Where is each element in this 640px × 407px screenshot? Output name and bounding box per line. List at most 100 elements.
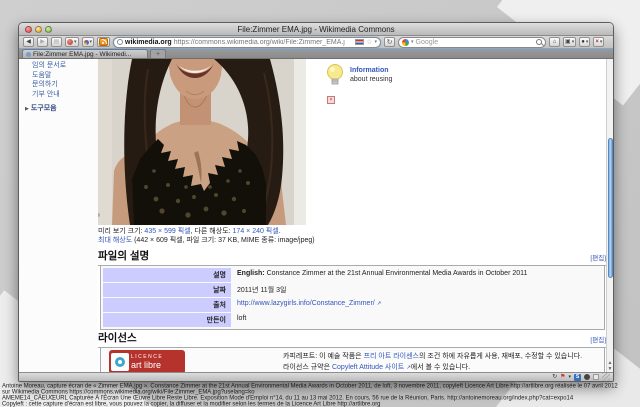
search-engine-dropdown-icon[interactable]: ▾ bbox=[411, 39, 414, 45]
close-icon: × bbox=[595, 39, 599, 45]
browser-toolbar: ◀ ▶ ▤ ▾ ▾ wikimedia.org https://commons.… bbox=[19, 36, 613, 49]
row-label-description: 설명 bbox=[103, 268, 231, 282]
red-badge-icon bbox=[67, 39, 73, 45]
extension-red-button[interactable]: ▾ bbox=[65, 37, 79, 47]
title-bar: File:Zimmer EMA.jpg - Wikimedia Commons bbox=[19, 23, 613, 36]
flag-status-icon[interactable]: ⚑ bbox=[560, 374, 565, 380]
record-icon: ● bbox=[581, 39, 585, 45]
bookmark-pin-button[interactable]: ▾ bbox=[82, 37, 95, 47]
sidebar: 임의 문서로 도움말 문의하기 기부 안내 ▶도구모음 bbox=[19, 59, 98, 374]
table-row: 만든이 loft bbox=[103, 313, 602, 327]
broken-image-icon: × bbox=[327, 96, 335, 104]
caption-line-4: Copyleft : cette capture d'écran est lib… bbox=[2, 401, 634, 407]
sidebar-item-contact[interactable]: 문의하기 bbox=[32, 81, 98, 89]
history-button[interactable]: ▤ bbox=[51, 37, 62, 47]
sync-icon[interactable]: ↻ bbox=[552, 374, 557, 380]
table-row: 날짜 2011년 11월 3일 bbox=[103, 283, 602, 297]
source-link[interactable]: http://www.lazygirls.info/Constance_Zimm… bbox=[237, 300, 375, 307]
tab-favicon bbox=[26, 52, 31, 57]
adblock-button[interactable]: ×▾ bbox=[593, 37, 604, 47]
status-dot-icon[interactable] bbox=[584, 374, 590, 380]
status-bar: ↻ ⚑ ▾ S bbox=[19, 372, 613, 381]
chevron-down-icon: ▾ bbox=[74, 40, 77, 45]
copyleft-attitude-link[interactable]: Copyleft Attitude 사이트 bbox=[332, 364, 404, 371]
file-information-table: 설명 English: Constance Zimmer at the 21st… bbox=[100, 265, 605, 330]
resize-grip[interactable] bbox=[602, 373, 610, 381]
rss-button[interactable] bbox=[97, 37, 110, 47]
url-host: wikimedia.org bbox=[125, 39, 172, 46]
page-content: 임의 문서로 도움말 문의하기 기부 안내 ▶도구모음 bbox=[19, 59, 613, 374]
pin-icon bbox=[84, 40, 89, 45]
sidebar-item-random[interactable]: 임의 문서로 bbox=[32, 62, 98, 70]
tab-title: File:Zimmer EMA.jpg - Wikimedi... bbox=[33, 51, 131, 58]
rss-icon bbox=[99, 38, 108, 46]
preview-size-link[interactable]: 435 × 599 픽셀 bbox=[144, 228, 190, 235]
new-tab-button[interactable]: + bbox=[150, 49, 166, 58]
description-heading: 파일의 설명 bbox=[98, 248, 609, 266]
url-path: https://commons.wikimedia.org/wiki/File:… bbox=[174, 39, 354, 46]
chevron-down-icon: ▾ bbox=[90, 40, 93, 45]
licence-art-libre-logo: LICENCE art libre bbox=[109, 350, 185, 374]
site-favicon bbox=[117, 39, 123, 45]
browser-window: File:Zimmer EMA.jpg - Wikimedia Commons … bbox=[18, 22, 614, 382]
history-icon: ▤ bbox=[54, 39, 60, 45]
url-dropdown-icon[interactable]: ▾ bbox=[375, 39, 378, 45]
forward-button[interactable]: ▶ bbox=[37, 37, 48, 47]
license-heading: 라이선스 bbox=[98, 330, 609, 348]
tab-bar: File:Zimmer EMA.jpg - Wikimedi... + bbox=[19, 49, 613, 59]
search-input[interactable]: ▾ Google bbox=[398, 37, 546, 48]
free-art-license-link[interactable]: 프리 아트 라이센스 bbox=[364, 353, 419, 360]
license-text: 카피레프트: 이 예술 작품은 프리 아트 라이센스의 조건 하에 자유롭게 사… bbox=[283, 351, 582, 374]
screenshot-stage: File:Zimmer EMA.jpg - Wikimedia Commons … bbox=[0, 0, 640, 407]
row-value-date: 2011년 11월 3일 bbox=[231, 283, 602, 297]
full-resolution-line: 최대 해상도 (442 × 609 픽셀, 파일 크기: 37 KB, MIME… bbox=[98, 235, 315, 245]
status-square-icon[interactable] bbox=[593, 374, 599, 380]
tab-file-zimmer[interactable]: File:Zimmer EMA.jpg - Wikimedi... bbox=[22, 49, 148, 58]
chevron-right-icon: ▶ bbox=[25, 106, 29, 112]
reload-icon: ↻ bbox=[387, 39, 393, 46]
vertical-scrollbar[interactable]: ▲ ▼ bbox=[606, 59, 613, 374]
main-article: Information about reusing × 미리 보기 크기: 43… bbox=[98, 59, 609, 374]
lal-spiral-icon bbox=[111, 353, 129, 371]
forward-icon: ▶ bbox=[40, 39, 45, 45]
scrollbar-thumb[interactable] bbox=[608, 138, 613, 278]
reload-button[interactable]: ↻ bbox=[384, 37, 395, 47]
record-button[interactable]: ●▾ bbox=[579, 37, 590, 47]
photo-constance-zimmer[interactable] bbox=[98, 59, 306, 225]
other-resolution-link[interactable]: 174 × 240 픽셀 bbox=[233, 228, 279, 235]
lightbulb-icon bbox=[326, 63, 344, 89]
license-box: LICENCE art libre 카피레프트: 이 예술 작품은 프리 아트 … bbox=[100, 347, 605, 374]
google-logo-icon bbox=[402, 39, 409, 46]
bookmark-star-icon[interactable]: ☆ bbox=[366, 38, 372, 46]
tab-groups-button[interactable]: ▣▾ bbox=[563, 37, 576, 47]
edit-description-link[interactable]: [편집] bbox=[590, 252, 606, 262]
information-subtext: about reusing bbox=[350, 76, 392, 83]
back-button[interactable]: ◀ bbox=[23, 37, 34, 47]
flag-icon[interactable] bbox=[355, 39, 364, 45]
full-resolution-link[interactable]: 최대 해상도 bbox=[98, 237, 132, 244]
tab-groups-icon: ▣ bbox=[565, 39, 571, 45]
information-link[interactable]: Information bbox=[350, 67, 389, 74]
row-label-author: 만든이 bbox=[103, 313, 231, 327]
window-title: File:Zimmer EMA.jpg - Wikimedia Commons bbox=[19, 25, 613, 35]
sidebar-item-donate[interactable]: 기부 안내 bbox=[32, 91, 98, 99]
sidebar-item-toolbox[interactable]: ▶도구모음 bbox=[32, 105, 98, 114]
row-label-source: 출처 bbox=[103, 298, 231, 312]
external-link-icon: ↗ bbox=[377, 301, 382, 307]
row-value-description: English: Constance Zimmer at the 21st An… bbox=[231, 268, 602, 282]
url-bar[interactable]: wikimedia.org https://commons.wikimedia.… bbox=[113, 37, 381, 48]
edit-license-link[interactable]: [편집] bbox=[590, 334, 606, 344]
row-label-date: 날짜 bbox=[103, 283, 231, 297]
home-icon: ⌂ bbox=[553, 39, 557, 45]
chevron-down-icon: ▾ bbox=[600, 40, 603, 45]
chevron-down-icon: ▾ bbox=[572, 40, 575, 45]
chevron-down-icon[interactable]: ▾ bbox=[568, 375, 571, 380]
search-placeholder: Google bbox=[416, 39, 534, 46]
back-icon: ◀ bbox=[26, 39, 31, 45]
home-button[interactable]: ⌂ bbox=[549, 37, 560, 47]
sidebar-item-help[interactable]: 도움말 bbox=[32, 72, 98, 80]
search-icon[interactable] bbox=[536, 39, 542, 45]
table-row: 출처 http://www.lazygirls.info/Constance_Z… bbox=[103, 298, 602, 312]
table-row: 설명 English: Constance Zimmer at the 21st… bbox=[103, 268, 602, 282]
s-badge-icon[interactable]: S bbox=[574, 374, 581, 381]
